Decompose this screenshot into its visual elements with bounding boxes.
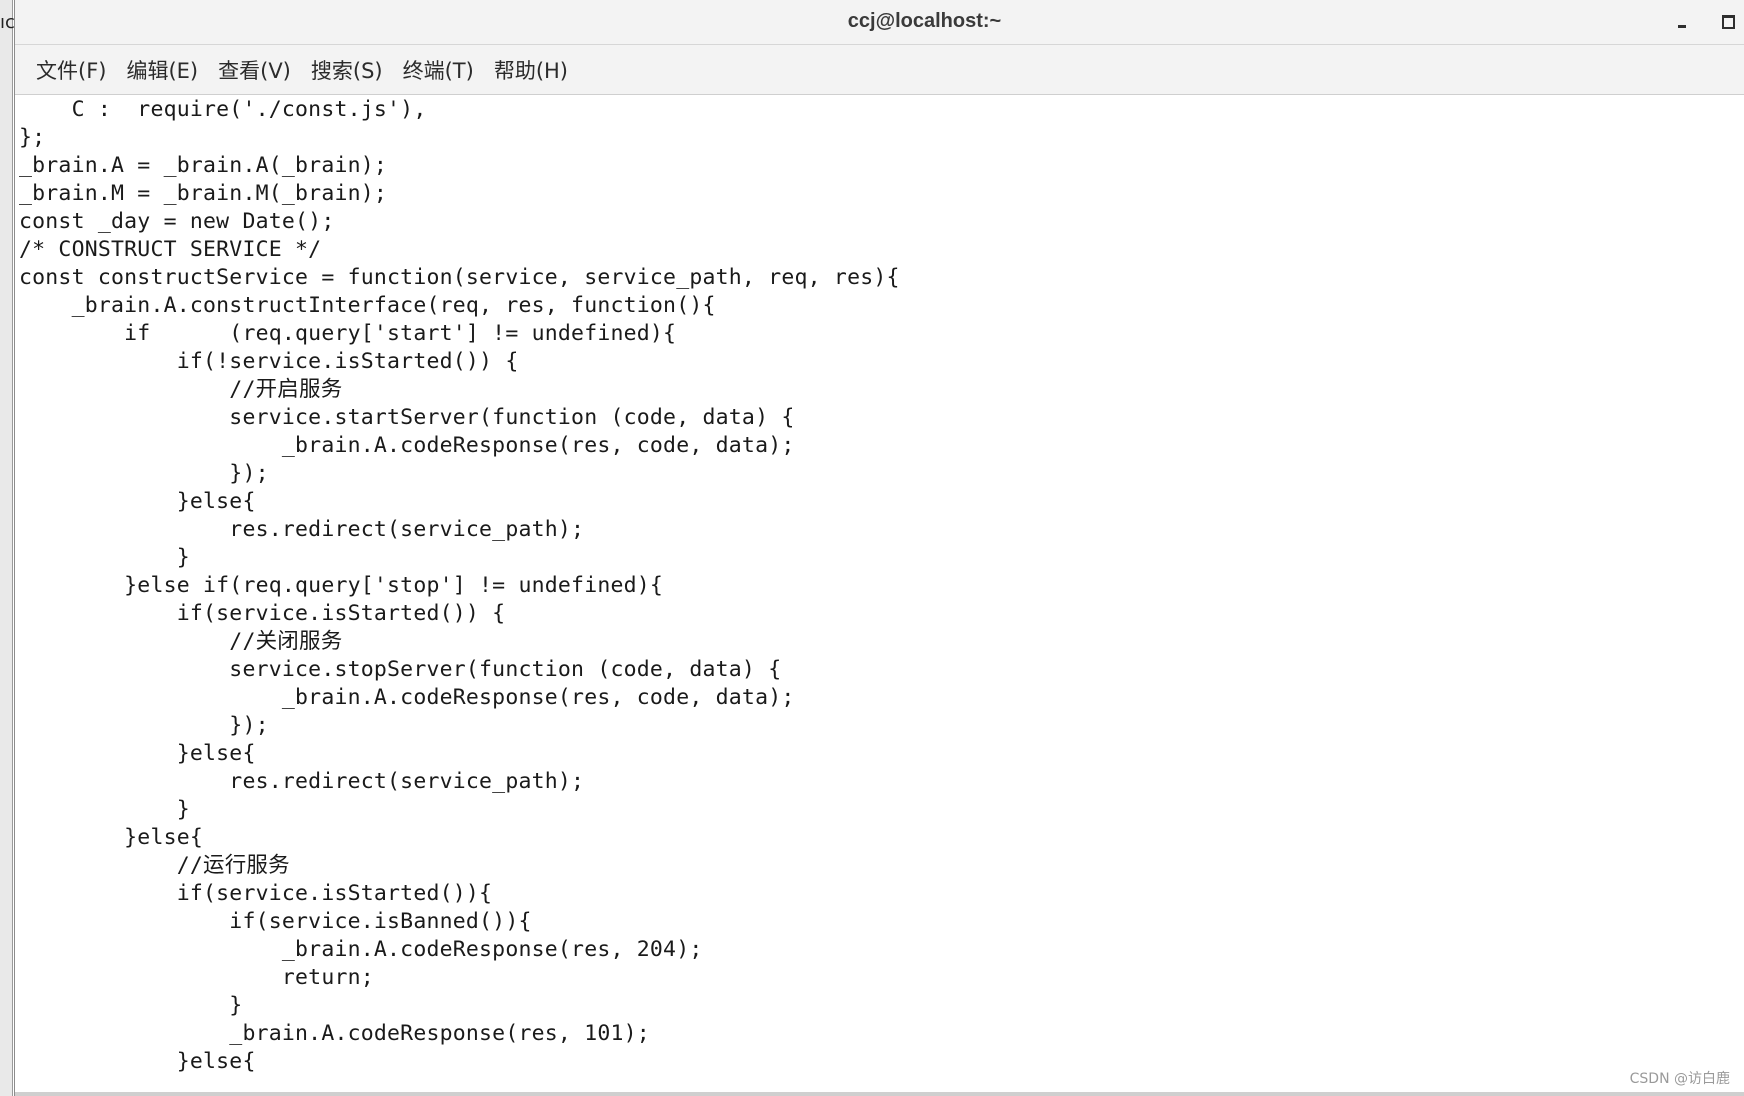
- minimize-icon: [1678, 25, 1686, 28]
- code-line: res.redirect(service_path);: [19, 769, 585, 794]
- code-line: }: [19, 797, 190, 822]
- code-line: //开启服务: [19, 377, 343, 402]
- background-window-edge: ıc: [0, 0, 15, 1096]
- code-line: _brain.A.codeResponse(res, code, data);: [19, 685, 795, 710]
- code-line: if(!service.isStarted()) {: [19, 349, 519, 374]
- code-line: _brain.M = _brain.M(_brain);: [19, 181, 388, 206]
- code-line: }else{: [19, 825, 204, 850]
- code-line: if(service.isBanned()){: [19, 909, 532, 934]
- menu-terminal[interactable]: 终端(T): [394, 49, 483, 91]
- minimize-button[interactable]: [1669, 8, 1697, 36]
- code-line: C : require('./const.js'),: [19, 97, 427, 122]
- menu-file[interactable]: 文件(F): [27, 49, 115, 91]
- code-line: _brain.A.codeResponse(res, code, data);: [19, 433, 795, 458]
- menu-bar: 文件(F) 编辑(E) 查看(V) 搜索(S) 终端(T) 帮助(H): [15, 45, 1744, 95]
- code-line: return;: [19, 965, 374, 990]
- code-line: _brain.A = _brain.A(_brain);: [19, 153, 388, 178]
- code-line: /* CONSTRUCT SERVICE */: [19, 237, 322, 262]
- code-line: if (req.query['start'] != undefined){: [19, 321, 677, 346]
- title-bar[interactable]: ccj@localhost:~: [15, 0, 1744, 45]
- menu-help[interactable]: 帮助(H): [485, 49, 577, 91]
- code-line: }else if(req.query['stop'] != undefined)…: [19, 573, 664, 598]
- code-line: };: [19, 125, 46, 150]
- terminal-output[interactable]: C : require('./const.js'), }; _brain.A =…: [15, 96, 1744, 1092]
- menu-edit[interactable]: 编辑(E): [117, 49, 207, 91]
- terminal-window: ccj@localhost:~ 文件(F) 编辑(E) 查看(V) 搜索(S) …: [14, 0, 1744, 1096]
- code-line: service.stopServer(function (code, data)…: [19, 657, 782, 682]
- code-line: const _day = new Date();: [19, 209, 335, 234]
- code-line: res.redirect(service_path);: [19, 517, 585, 542]
- code-line: }: [19, 993, 243, 1018]
- code-line: service.startServer(function (code, data…: [19, 405, 795, 430]
- code-line: });: [19, 713, 269, 738]
- maximize-button[interactable]: [1715, 8, 1743, 36]
- code-line: }else{: [19, 1049, 256, 1074]
- code-line: //关闭服务: [19, 629, 343, 654]
- code-line: _brain.A.codeResponse(res, 101);: [19, 1021, 650, 1046]
- window-title: ccj@localhost:~: [847, 10, 1002, 32]
- code-line: _brain.A.codeResponse(res, 204);: [19, 937, 703, 962]
- code-line: }: [19, 545, 190, 570]
- code-line: _brain.A.constructInterface(req, res, fu…: [19, 293, 716, 318]
- code-line: //运行服务: [19, 853, 290, 878]
- background-window-text: ıc: [0, 12, 15, 33]
- window-bottom-border: [15, 1092, 1744, 1096]
- code-line: if(service.isStarted()) {: [19, 601, 506, 626]
- code-line: const constructService = function(servic…: [19, 265, 900, 290]
- menu-search[interactable]: 搜索(S): [302, 49, 392, 91]
- menu-view[interactable]: 查看(V): [209, 49, 300, 91]
- code-line: }else{: [19, 489, 256, 514]
- watermark: CSDN @访白鹿: [1629, 1071, 1730, 1087]
- code-line: }else{: [19, 741, 256, 766]
- maximize-icon: [1722, 15, 1735, 29]
- code-line: });: [19, 461, 269, 486]
- code-line: if(service.isStarted()){: [19, 881, 493, 906]
